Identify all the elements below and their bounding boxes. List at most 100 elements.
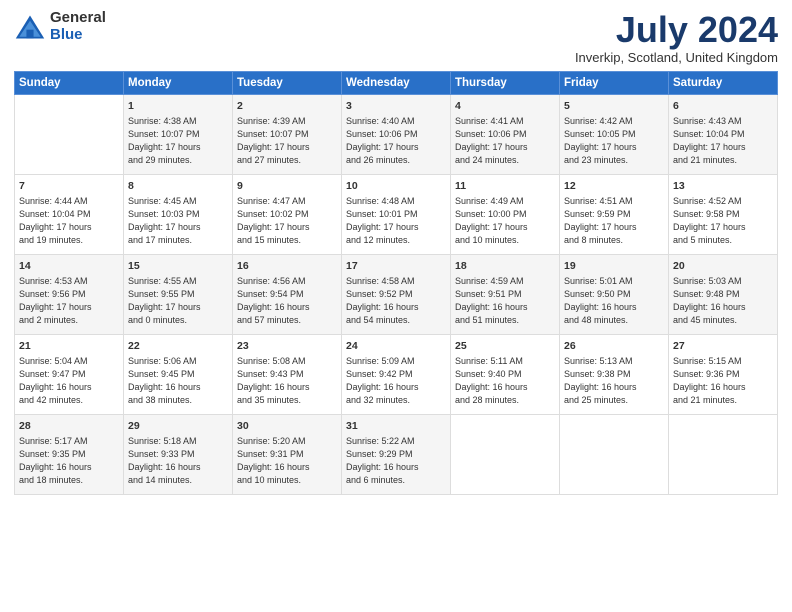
cell-content: Sunrise: 5:15 AM Sunset: 9:36 PM Dayligh… (673, 355, 773, 407)
month-title: July 2024 (575, 10, 778, 50)
table-row: 10Sunrise: 4:48 AM Sunset: 10:01 PM Dayl… (342, 174, 451, 254)
cell-content: Sunrise: 5:06 AM Sunset: 9:45 PM Dayligh… (128, 355, 228, 407)
cell-content: Sunrise: 5:03 AM Sunset: 9:48 PM Dayligh… (673, 275, 773, 327)
cell-content: Sunrise: 4:39 AM Sunset: 10:07 PM Daylig… (237, 115, 337, 167)
day-number: 26 (564, 339, 664, 354)
table-row: 19Sunrise: 5:01 AM Sunset: 9:50 PM Dayli… (560, 254, 669, 334)
cell-content: Sunrise: 5:01 AM Sunset: 9:50 PM Dayligh… (564, 275, 664, 327)
table-row: 27Sunrise: 5:15 AM Sunset: 9:36 PM Dayli… (669, 334, 778, 414)
day-number: 3 (346, 99, 446, 114)
cell-content: Sunrise: 4:40 AM Sunset: 10:06 PM Daylig… (346, 115, 446, 167)
day-number: 25 (455, 339, 555, 354)
cell-content: Sunrise: 4:38 AM Sunset: 10:07 PM Daylig… (128, 115, 228, 167)
cell-content: Sunrise: 4:56 AM Sunset: 9:54 PM Dayligh… (237, 275, 337, 327)
table-row: 24Sunrise: 5:09 AM Sunset: 9:42 PM Dayli… (342, 334, 451, 414)
day-number: 29 (128, 419, 228, 434)
table-row: 17Sunrise: 4:58 AM Sunset: 9:52 PM Dayli… (342, 254, 451, 334)
table-row: 28Sunrise: 5:17 AM Sunset: 9:35 PM Dayli… (15, 414, 124, 494)
day-number: 16 (237, 259, 337, 274)
table-row: 20Sunrise: 5:03 AM Sunset: 9:48 PM Dayli… (669, 254, 778, 334)
day-number: 24 (346, 339, 446, 354)
calendar-table: Sunday Monday Tuesday Wednesday Thursday… (14, 71, 778, 495)
table-row: 4Sunrise: 4:41 AM Sunset: 10:06 PM Dayli… (451, 94, 560, 174)
day-number: 14 (19, 259, 119, 274)
day-number: 6 (673, 99, 773, 114)
table-row: 23Sunrise: 5:08 AM Sunset: 9:43 PM Dayli… (233, 334, 342, 414)
day-number: 19 (564, 259, 664, 274)
table-row: 29Sunrise: 5:18 AM Sunset: 9:33 PM Dayli… (124, 414, 233, 494)
table-row (669, 414, 778, 494)
day-number: 31 (346, 419, 446, 434)
table-row: 1Sunrise: 4:38 AM Sunset: 10:07 PM Dayli… (124, 94, 233, 174)
day-number: 7 (19, 179, 119, 194)
cell-content: Sunrise: 5:22 AM Sunset: 9:29 PM Dayligh… (346, 435, 446, 487)
day-number: 13 (673, 179, 773, 194)
table-row: 12Sunrise: 4:51 AM Sunset: 9:59 PM Dayli… (560, 174, 669, 254)
calendar-body: 1Sunrise: 4:38 AM Sunset: 10:07 PM Dayli… (15, 94, 778, 494)
day-number: 20 (673, 259, 773, 274)
day-number: 17 (346, 259, 446, 274)
table-row (560, 414, 669, 494)
table-row: 21Sunrise: 5:04 AM Sunset: 9:47 PM Dayli… (15, 334, 124, 414)
day-number: 12 (564, 179, 664, 194)
day-number: 5 (564, 99, 664, 114)
day-number: 1 (128, 99, 228, 114)
cell-content: Sunrise: 4:44 AM Sunset: 10:04 PM Daylig… (19, 195, 119, 247)
cell-content: Sunrise: 4:41 AM Sunset: 10:06 PM Daylig… (455, 115, 555, 167)
location-text: Inverkip, Scotland, United Kingdom (575, 50, 778, 65)
cell-content: Sunrise: 4:55 AM Sunset: 9:55 PM Dayligh… (128, 275, 228, 327)
cell-content: Sunrise: 4:42 AM Sunset: 10:05 PM Daylig… (564, 115, 664, 167)
cell-content: Sunrise: 4:51 AM Sunset: 9:59 PM Dayligh… (564, 195, 664, 247)
cell-content: Sunrise: 5:13 AM Sunset: 9:38 PM Dayligh… (564, 355, 664, 407)
table-row: 11Sunrise: 4:49 AM Sunset: 10:00 PM Dayl… (451, 174, 560, 254)
logo-blue-text: Blue (50, 27, 106, 44)
table-row: 16Sunrise: 4:56 AM Sunset: 9:54 PM Dayli… (233, 254, 342, 334)
cell-content: Sunrise: 5:17 AM Sunset: 9:35 PM Dayligh… (19, 435, 119, 487)
day-number: 30 (237, 419, 337, 434)
day-number: 8 (128, 179, 228, 194)
calendar-week-row: 28Sunrise: 5:17 AM Sunset: 9:35 PM Dayli… (15, 414, 778, 494)
calendar-week-row: 7Sunrise: 4:44 AM Sunset: 10:04 PM Dayli… (15, 174, 778, 254)
col-tuesday: Tuesday (233, 71, 342, 94)
col-friday: Friday (560, 71, 669, 94)
calendar-header: Sunday Monday Tuesday Wednesday Thursday… (15, 71, 778, 94)
col-monday: Monday (124, 71, 233, 94)
page: General Blue July 2024 Inverkip, Scotlan… (0, 0, 792, 612)
day-number: 4 (455, 99, 555, 114)
logo-general-text: General (50, 10, 106, 27)
table-row: 25Sunrise: 5:11 AM Sunset: 9:40 PM Dayli… (451, 334, 560, 414)
cell-content: Sunrise: 4:47 AM Sunset: 10:02 PM Daylig… (237, 195, 337, 247)
day-number: 27 (673, 339, 773, 354)
cell-content: Sunrise: 4:58 AM Sunset: 9:52 PM Dayligh… (346, 275, 446, 327)
logo-icon (14, 13, 46, 41)
day-number: 2 (237, 99, 337, 114)
table-row: 18Sunrise: 4:59 AM Sunset: 9:51 PM Dayli… (451, 254, 560, 334)
cell-content: Sunrise: 4:43 AM Sunset: 10:04 PM Daylig… (673, 115, 773, 167)
table-row: 5Sunrise: 4:42 AM Sunset: 10:05 PM Dayli… (560, 94, 669, 174)
col-saturday: Saturday (669, 71, 778, 94)
logo: General Blue (14, 10, 106, 43)
day-number: 21 (19, 339, 119, 354)
cell-content: Sunrise: 5:09 AM Sunset: 9:42 PM Dayligh… (346, 355, 446, 407)
table-row: 9Sunrise: 4:47 AM Sunset: 10:02 PM Dayli… (233, 174, 342, 254)
table-row: 13Sunrise: 4:52 AM Sunset: 9:58 PM Dayli… (669, 174, 778, 254)
table-row: 7Sunrise: 4:44 AM Sunset: 10:04 PM Dayli… (15, 174, 124, 254)
cell-content: Sunrise: 4:48 AM Sunset: 10:01 PM Daylig… (346, 195, 446, 247)
cell-content: Sunrise: 4:53 AM Sunset: 9:56 PM Dayligh… (19, 275, 119, 327)
table-row: 30Sunrise: 5:20 AM Sunset: 9:31 PM Dayli… (233, 414, 342, 494)
day-number: 28 (19, 419, 119, 434)
table-row: 2Sunrise: 4:39 AM Sunset: 10:07 PM Dayli… (233, 94, 342, 174)
cell-content: Sunrise: 4:59 AM Sunset: 9:51 PM Dayligh… (455, 275, 555, 327)
header: General Blue July 2024 Inverkip, Scotlan… (14, 10, 778, 65)
table-row (15, 94, 124, 174)
cell-content: Sunrise: 5:04 AM Sunset: 9:47 PM Dayligh… (19, 355, 119, 407)
cell-content: Sunrise: 5:11 AM Sunset: 9:40 PM Dayligh… (455, 355, 555, 407)
table-row: 8Sunrise: 4:45 AM Sunset: 10:03 PM Dayli… (124, 174, 233, 254)
cell-content: Sunrise: 5:08 AM Sunset: 9:43 PM Dayligh… (237, 355, 337, 407)
cell-content: Sunrise: 5:20 AM Sunset: 9:31 PM Dayligh… (237, 435, 337, 487)
day-number: 23 (237, 339, 337, 354)
header-row: Sunday Monday Tuesday Wednesday Thursday… (15, 71, 778, 94)
day-number: 18 (455, 259, 555, 274)
table-row: 22Sunrise: 5:06 AM Sunset: 9:45 PM Dayli… (124, 334, 233, 414)
table-row: 31Sunrise: 5:22 AM Sunset: 9:29 PM Dayli… (342, 414, 451, 494)
